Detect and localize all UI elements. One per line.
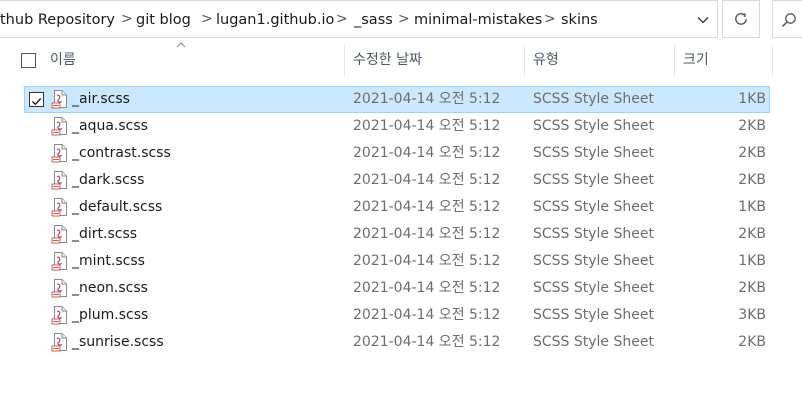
- file-row[interactable]: _default.scss 2021-04-14 오전 5:12 SCSS St…: [24, 194, 770, 221]
- file-row[interactable]: _air.scss 2021-04-14 오전 5:12 SCSS Style …: [24, 86, 770, 113]
- file-name: _air.scss: [72, 91, 130, 107]
- file-name: _neon.scss: [72, 280, 148, 296]
- file-date-modified: 2021-04-14 오전 5:12: [353, 145, 501, 161]
- column-header-size[interactable]: 크기: [683, 43, 709, 78]
- file-type: SCSS Style Sheet: [533, 145, 654, 161]
- scss-file-icon: [51, 332, 68, 352]
- file-size: 2KB: [738, 334, 766, 350]
- select-all-checkbox[interactable]: [21, 53, 36, 68]
- file-name: _plum.scss: [72, 307, 149, 323]
- breadcrumb-separator[interactable]: >: [121, 1, 133, 39]
- file-row[interactable]: _plum.scss 2021-04-14 오전 5:12 SCSS Style…: [24, 302, 770, 329]
- file-date-modified: 2021-04-14 오전 5:12: [353, 307, 501, 323]
- file-type: SCSS Style Sheet: [533, 199, 654, 215]
- file-row[interactable]: _mint.scss 2021-04-14 오전 5:12 SCSS Style…: [24, 248, 770, 275]
- file-date-modified: 2021-04-14 오전 5:12: [353, 334, 501, 350]
- refresh-icon: [735, 13, 747, 25]
- file-row[interactable]: _dirt.scss 2021-04-14 오전 5:12 SCSS Style…: [24, 221, 770, 248]
- breadcrumb-separator[interactable]: >: [544, 1, 556, 39]
- breadcrumb-git-blog[interactable]: git blog: [136, 1, 191, 39]
- column-divider[interactable]: [772, 45, 773, 77]
- file-size: 1KB: [738, 253, 766, 269]
- search-input[interactable]: [772, 0, 802, 38]
- file-size: 2KB: [738, 280, 766, 296]
- scss-file-icon: [51, 89, 68, 109]
- breadcrumb-sass[interactable]: _sass: [354, 1, 393, 39]
- file-type: SCSS Style Sheet: [533, 280, 654, 296]
- scss-file-icon: [51, 278, 68, 298]
- file-size: 2KB: [738, 226, 766, 242]
- file-date-modified: 2021-04-14 오전 5:12: [353, 91, 501, 107]
- file-type: SCSS Style Sheet: [533, 307, 654, 323]
- file-row[interactable]: _sunrise.scss 2021-04-14 오전 5:12 SCSS St…: [24, 329, 770, 356]
- file-date-modified: 2021-04-14 오전 5:12: [353, 280, 501, 296]
- breadcrumb-minimal-mistakes[interactable]: minimal-mistakes: [414, 1, 542, 39]
- breadcrumb-skins[interactable]: skins: [561, 1, 598, 39]
- column-divider[interactable]: [524, 45, 525, 77]
- sort-up-icon: [176, 42, 186, 48]
- address-history-dropdown[interactable]: [688, 1, 718, 39]
- scss-file-icon: [51, 197, 68, 217]
- file-size: 2KB: [738, 118, 766, 134]
- file-type: SCSS Style Sheet: [533, 91, 654, 107]
- scss-file-icon: [51, 170, 68, 190]
- file-size: 2KB: [738, 172, 766, 188]
- file-size: 2KB: [738, 145, 766, 161]
- file-type: SCSS Style Sheet: [533, 226, 654, 242]
- file-row[interactable]: _contrast.scss 2021-04-14 오전 5:12 SCSS S…: [24, 140, 770, 167]
- file-name: _mint.scss: [72, 253, 145, 269]
- file-date-modified: 2021-04-14 오전 5:12: [353, 226, 501, 242]
- column-header-date-modified[interactable]: 수정한 날짜: [353, 43, 422, 78]
- file-name: _dirt.scss: [72, 226, 138, 242]
- column-divider[interactable]: [344, 45, 345, 77]
- file-type: SCSS Style Sheet: [533, 253, 654, 269]
- file-name: _sunrise.scss: [72, 334, 164, 350]
- file-size: 3KB: [738, 307, 766, 323]
- refresh-button[interactable]: [722, 0, 760, 38]
- file-row[interactable]: _aqua.scss 2021-04-14 오전 5:12 SCSS Style…: [24, 113, 770, 140]
- file-date-modified: 2021-04-14 오전 5:12: [353, 199, 501, 215]
- column-header-type[interactable]: 유형: [533, 43, 559, 78]
- row-checkbox[interactable]: [29, 92, 44, 107]
- checkmark-icon: [32, 98, 42, 106]
- scss-file-icon: [51, 116, 68, 136]
- file-type: SCSS Style Sheet: [533, 334, 654, 350]
- scss-file-icon: [51, 143, 68, 163]
- breadcrumb-separator[interactable]: >: [336, 1, 348, 39]
- file-type: SCSS Style Sheet: [533, 118, 654, 134]
- column-header-row: 이름 수정한 날짜 유형 크기: [0, 42, 802, 78]
- file-name: _dark.scss: [72, 172, 145, 188]
- file-row[interactable]: _neon.scss 2021-04-14 오전 5:12 SCSS Style…: [24, 275, 770, 302]
- file-date-modified: 2021-04-14 오전 5:12: [353, 118, 501, 134]
- breadcrumb-lugan1-github-io[interactable]: lugan1.github.io: [216, 1, 334, 39]
- scss-file-icon: [51, 251, 68, 271]
- breadcrumb-github-repository[interactable]: thub Repository: [0, 1, 115, 39]
- breadcrumb-separator[interactable]: >: [398, 1, 410, 39]
- file-size: 1KB: [738, 199, 766, 215]
- file-name: _default.scss: [72, 199, 163, 215]
- file-name: _contrast.scss: [72, 145, 171, 161]
- scss-file-icon: [51, 224, 68, 244]
- breadcrumb-separator[interactable]: >: [201, 1, 213, 39]
- chevron-down-icon: [697, 17, 709, 24]
- file-date-modified: 2021-04-14 오전 5:12: [353, 172, 501, 188]
- file-type: SCSS Style Sheet: [533, 172, 654, 188]
- column-header-name[interactable]: 이름: [50, 43, 76, 78]
- scss-file-icon: [51, 305, 68, 325]
- file-row[interactable]: _dark.scss 2021-04-14 오전 5:12 SCSS Style…: [24, 167, 770, 194]
- file-name: _aqua.scss: [72, 118, 148, 134]
- file-size: 1KB: [738, 91, 766, 107]
- search-icon: [781, 13, 796, 28]
- address-bar[interactable]: thub Repository > git blog > lugan1.gith…: [0, 0, 718, 38]
- column-divider[interactable]: [674, 45, 675, 77]
- file-date-modified: 2021-04-14 오전 5:12: [353, 253, 501, 269]
